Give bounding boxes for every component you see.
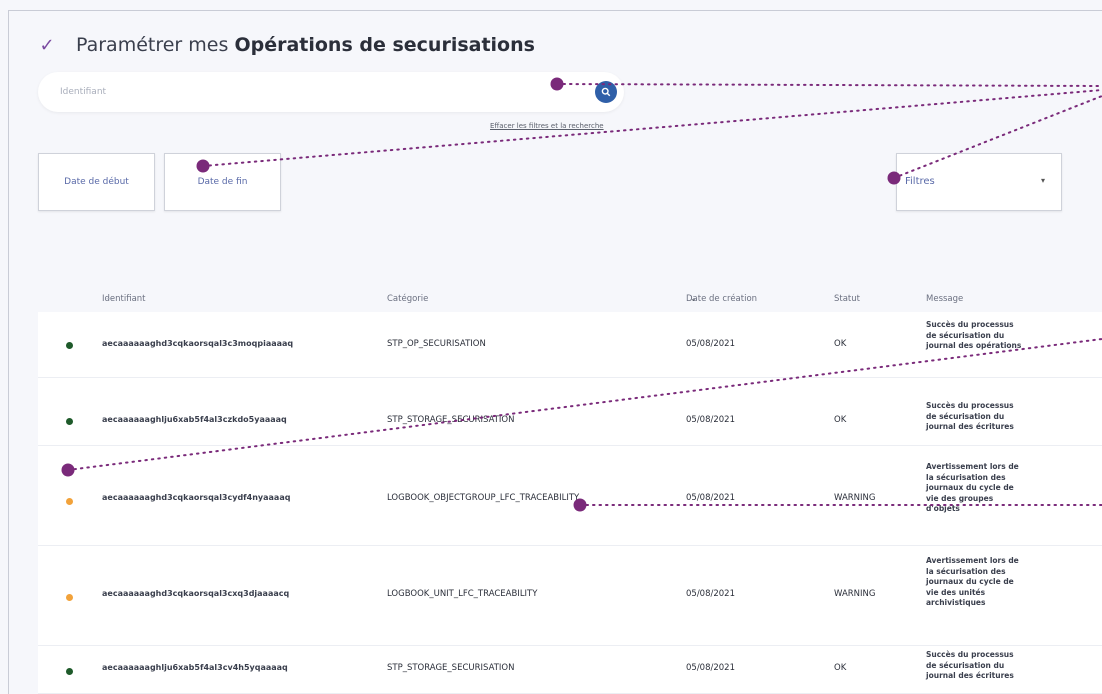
cell-date: 05/08/2021	[686, 663, 735, 673]
cell-identifiant: aecaaaaaaghd3cqkaorsqal3c3moqpiaaaaq	[102, 339, 294, 348]
cell-date: 05/08/2021	[686, 415, 735, 425]
filters-dropdown[interactable]: Filtres ▾	[896, 153, 1062, 211]
filters-label: Filtres	[905, 176, 935, 187]
status-indicator	[66, 668, 73, 675]
table-row[interactable]: aecaaaaaaghd3cqkaorsqal3cydf4nyaaaaq LOG…	[38, 446, 1102, 546]
table-header: Identifiant — Catégorie Date de création ⌄…	[38, 270, 1102, 312]
caret-down-icon: ▾	[1040, 176, 1045, 185]
cell-message: Succès du processus de sécurisation du j…	[926, 650, 1014, 680]
table-row[interactable]: aecaaaaaaghd3cqkaorsqal3cxq3djaaaacq LOG…	[38, 546, 1102, 646]
cell-identifiant: aecaaaaaaghd3cqkaorsqal3cxq3djaaaacq	[102, 589, 290, 598]
page-title-strong: Opérations de securisations	[234, 34, 535, 56]
table-row[interactable]: aecaaaaaaghlju6xab5f4al3cv4h5yqaaaaq STP…	[38, 646, 1102, 694]
column-header-label: Catégorie	[387, 294, 429, 304]
sort-icon: —	[106, 294, 114, 303]
cell-message: Avertissement lors de la sécurisation de…	[926, 462, 1019, 513]
cell-identifiant: aecaaaaaaghd3cqkaorsqal3cydf4nyaaaaq	[102, 493, 291, 502]
status-indicator	[66, 594, 73, 601]
cell-statut: WARNING	[834, 493, 876, 503]
search-input[interactable]	[60, 82, 580, 102]
clear-filters-link[interactable]: Effacer les filtres et la recherche	[490, 122, 604, 130]
cell-categorie: STP_STORAGE_SECURISATION	[387, 663, 515, 673]
status-indicator	[66, 418, 73, 425]
cell-message: Succès du processus de sécurisation du j…	[926, 401, 1014, 431]
end-date-field[interactable]: Date de fin	[164, 153, 281, 211]
cell-statut: WARNING	[834, 589, 876, 599]
cell-date: 05/08/2021	[686, 339, 735, 349]
page-header: ✓ Paramétrer mes Opérations de securisat…	[36, 30, 535, 60]
cell-statut: OK	[834, 415, 847, 425]
cell-statut: OK	[834, 663, 847, 673]
end-date-label: Date de fin	[197, 177, 248, 187]
chevron-down-icon: ⌄	[690, 294, 697, 303]
search-icon	[601, 87, 611, 97]
cell-categorie: LOGBOOK_UNIT_LFC_TRACEABILITY	[387, 589, 538, 599]
cell-date: 05/08/2021	[686, 493, 735, 503]
search-bar	[38, 72, 624, 112]
cell-identifiant: aecaaaaaaghlju6xab5f4al3cv4h5yqaaaaq	[102, 663, 288, 672]
status-indicator	[66, 342, 73, 349]
status-indicator	[66, 498, 73, 505]
table-row[interactable]: aecaaaaaaghd3cqkaorsqal3c3moqpiaaaaq STP…	[38, 312, 1102, 378]
column-header-label: Message	[926, 294, 964, 304]
page-title: Paramétrer mes Opérations de securisatio…	[76, 34, 535, 56]
cell-statut: OK	[834, 339, 847, 349]
table-row[interactable]: aecaaaaaaghlju6xab5f4al3czkdo5yaaaaq STP…	[38, 378, 1102, 446]
start-date-label: Date de début	[64, 177, 129, 187]
start-date-field[interactable]: Date de début	[38, 153, 155, 211]
cell-categorie: STP_OP_SECURISATION	[387, 339, 486, 349]
page-title-prefix: Paramétrer mes	[76, 34, 229, 56]
cell-categorie: STP_STORAGE_SECURISATION	[387, 415, 515, 425]
column-header-label: Statut	[834, 294, 860, 304]
search-button[interactable]	[595, 81, 617, 103]
cell-categorie: LOGBOOK_OBJECTGROUP_LFC_TRACEABILITY	[387, 493, 580, 503]
cell-message: Avertissement lors de la sécurisation de…	[926, 556, 1019, 607]
cell-date: 05/08/2021	[686, 589, 735, 599]
check-icon: ✓	[39, 34, 55, 56]
cell-message: Succès du processus de sécurisation du j…	[926, 320, 1022, 350]
cell-identifiant: aecaaaaaaghlju6xab5f4al3czkdo5yaaaaq	[102, 415, 287, 424]
